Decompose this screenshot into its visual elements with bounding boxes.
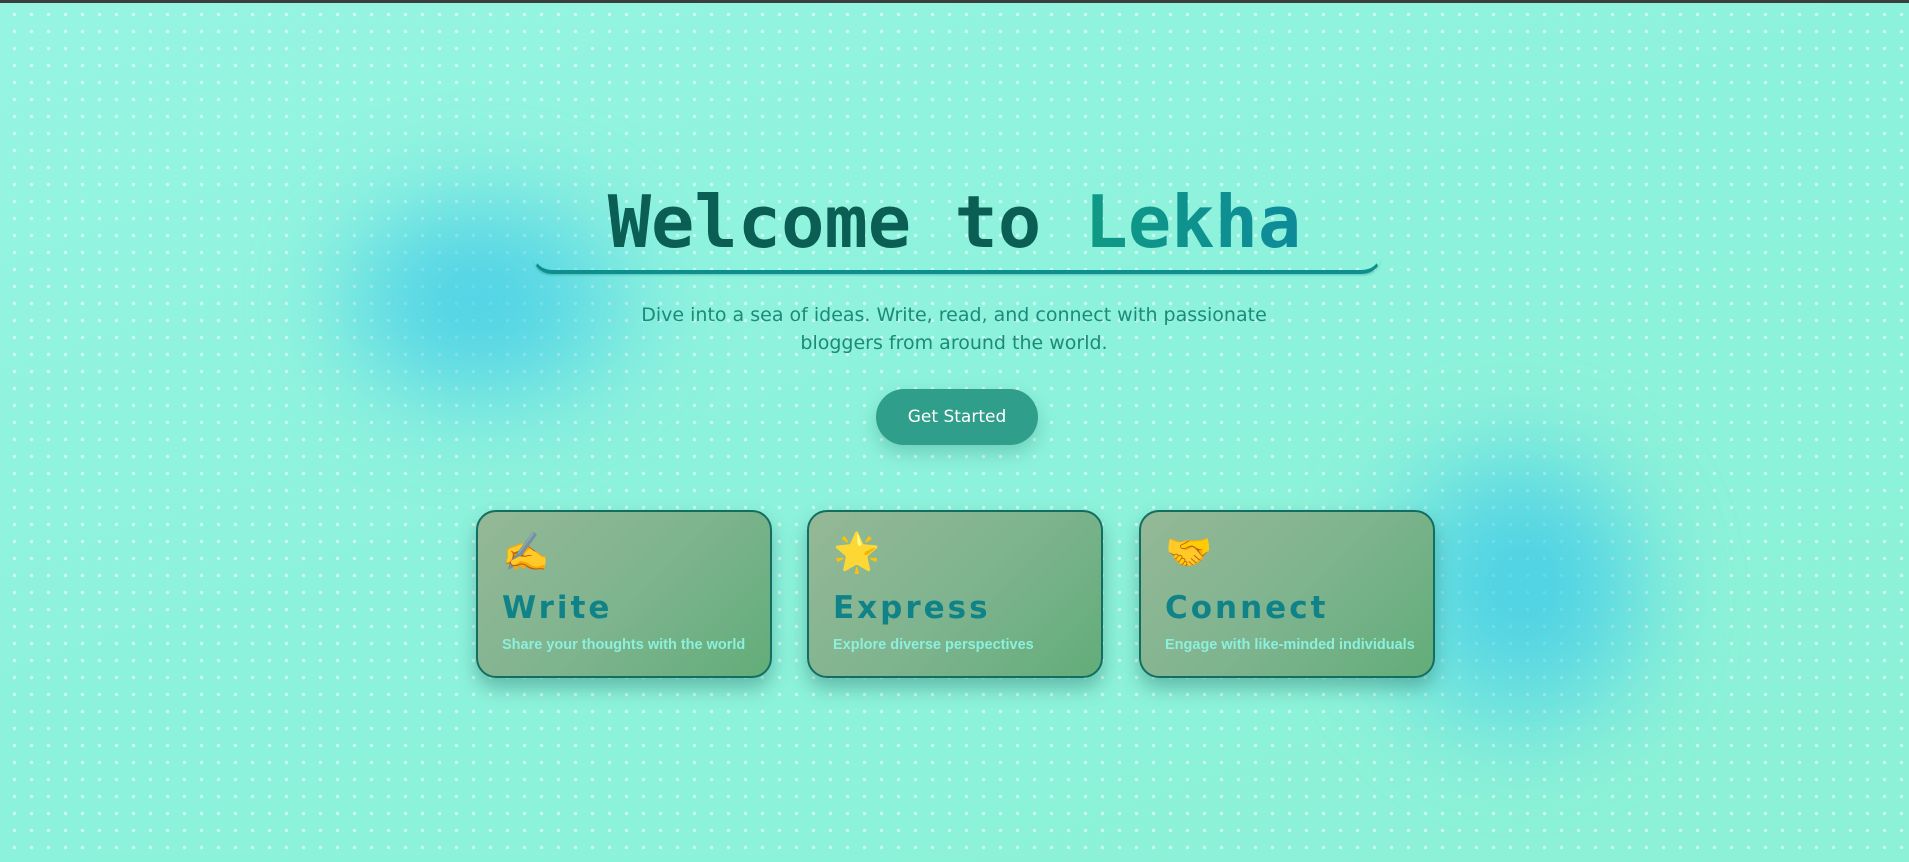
title-prefix: Welcome to [607,180,1085,264]
feature-card-connect[interactable]: 🤝 Connect Engage with like-minded indivi… [1139,510,1435,678]
brand-name: Lekha [1084,180,1302,264]
feature-title: Write [502,590,613,626]
feature-cards: ✍️ Write Share your thoughts with the wo… [476,510,1438,680]
feature-card-express[interactable]: 🌟 Express Explore diverse perspectives [807,510,1103,678]
writing-hand-icon: ✍️ [502,530,550,574]
hero-subtitle: Dive into a sea of ideas. Write, read, a… [641,304,1267,354]
landing-page: { "hero": { "title_prefix": "Welcome to … [0,0,1909,862]
get-started-button[interactable]: Get Started [876,389,1038,445]
feature-description: Engage with like-minded individuals [1165,637,1415,653]
feature-description: Share your thoughts with the world [502,637,746,653]
feature-title: Express [833,590,991,626]
feature-description: Explore diverse perspectives [833,637,1034,653]
title-underline [532,254,1382,274]
feature-card-write[interactable]: ✍️ Write Share your thoughts with the wo… [476,510,772,678]
feature-title: Connect [1165,590,1329,626]
star-icon: 🌟 [833,530,881,574]
handshake-icon: 🤝 [1165,530,1213,574]
top-border [0,0,1909,3]
page-title: Welcome to Lekha [0,180,1909,264]
